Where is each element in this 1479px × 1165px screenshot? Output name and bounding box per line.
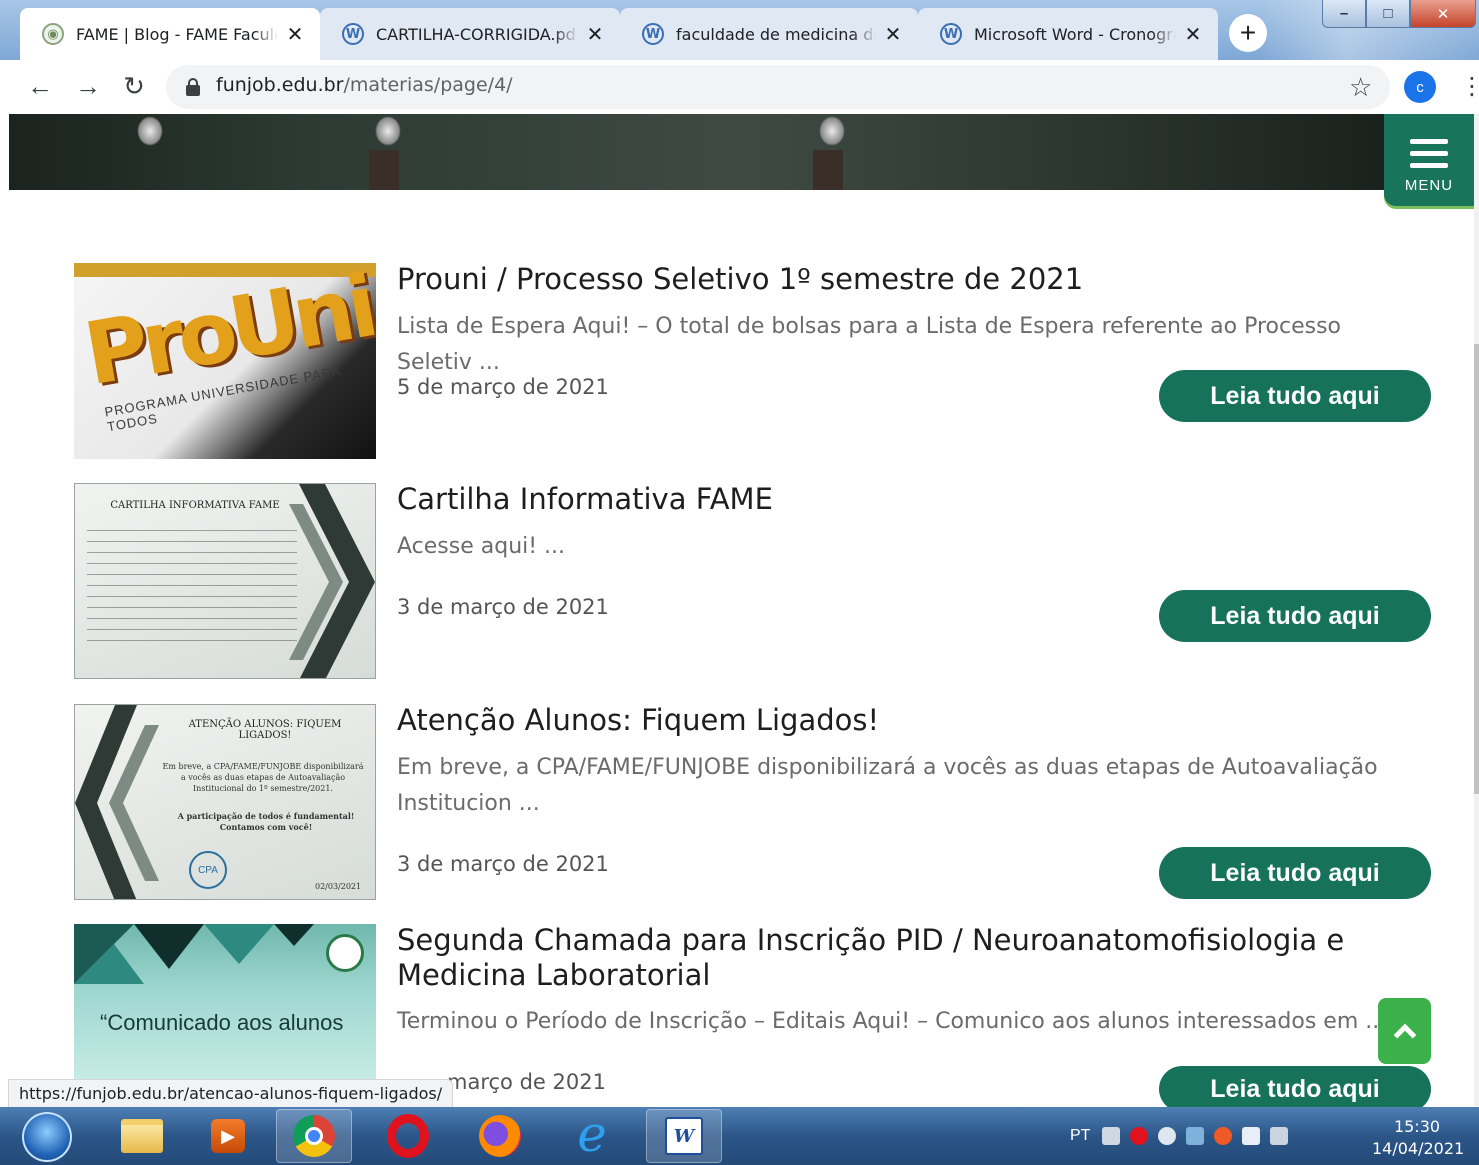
wordpress-icon: W [642,23,664,45]
back-button[interactable]: ← [22,68,58,104]
close-tab-icon[interactable]: ✕ [284,22,306,46]
scrollbar-thumb[interactable] [1474,344,1479,794]
post-date: março de 2021 [447,1070,606,1094]
atencao-thumb-heading: ATENÇÃO ALUNOS: FIQUEM LIGADOS! [188,719,342,741]
forward-button[interactable]: → [70,68,106,104]
chevron-up-icon [1393,1023,1416,1047]
minimize-button[interactable]: – [1322,0,1366,28]
tab-faculdade-medicina[interactable]: W faculdade de medicina de barbacena ✕ [620,8,918,60]
media-player-button[interactable]: ▶ [190,1109,266,1163]
close-tab-icon[interactable]: ✕ [584,22,606,46]
post-title-link[interactable]: Prouni / Processo Seletivo 1º semestre d… [397,262,1377,297]
close-tab-icon[interactable]: ✕ [882,22,904,46]
post-excerpt: Terminou o Período de Inscrição – Editai… [397,1009,1387,1034]
keyboard-icon[interactable] [1102,1127,1121,1145]
arrow-right-icon: → [75,70,101,101]
read-more-button[interactable]: Leia tudo aqui [1159,590,1431,642]
show-desktop-icon[interactable] [1270,1127,1289,1145]
clock-date: 14/04/2021 [1372,1139,1465,1158]
language-indicator[interactable]: PT [1070,1127,1090,1145]
post-thumbnail-comunicado[interactable]: “Comunicado aos alunos [74,924,376,1084]
tab-fame-blog[interactable]: ◉ FAME | Blog - FAME Faculdade ✕ [20,8,320,60]
profile-avatar[interactable]: c [1404,71,1436,103]
clock-time: 15:30 [1393,1117,1441,1136]
reload-icon: ↻ [123,70,145,101]
opera-icon [387,1114,429,1158]
tab-cartilha-pdf[interactable]: W CARTILHA-CORRIGIDA.pdf ✕ [320,8,620,60]
menu-label: MENU [1404,177,1454,194]
post-title-link[interactable]: Cartilha Informativa FAME [397,482,1377,517]
firefox-button[interactable] [462,1109,538,1163]
tab-title: CARTILHA-CORRIGIDA.pdf [376,24,578,44]
post-excerpt: Acesse aqui! ... [397,534,566,559]
status-bar-url: https://funjob.edu.br/atencao-alunos-fiq… [8,1079,454,1107]
header-banner-image [9,114,1472,190]
flag-icon[interactable] [1242,1127,1261,1145]
post-date: 5 de março de 2021 [397,375,609,399]
tab-title: faculdade de medicina de barbacena [676,24,876,44]
post-date: 3 de março de 2021 [397,852,609,876]
atencao-thumb-body: Em breve, a CPA/FAME/FUNJOBE disponibili… [162,762,364,793]
tab-microsoft-word[interactable]: W Microsoft Word - Cronograma ✕ [918,8,1218,60]
start-button[interactable] [22,1112,72,1162]
word-button[interactable]: W [646,1109,722,1163]
hamburger-icon [1410,139,1448,144]
post-title-link[interactable]: Atenção Alunos: Fiquem Ligados! [397,703,1377,738]
read-more-button[interactable]: Leia tudo aqui [1159,1066,1431,1112]
url-text[interactable]: funjob.edu.br/materias/page/4/ [216,74,513,96]
page-scrollbar[interactable] [1474,114,1479,1106]
wordpress-icon: W [342,23,364,45]
alert-icon[interactable] [1214,1127,1233,1145]
tab-title: FAME | Blog - FAME Faculdade [76,24,278,44]
post-thumbnail-prouni[interactable]: ProUni PROGRAMA UNIVERSIDADE PARA TODOS [74,263,376,459]
word-icon: W [665,1117,703,1155]
cpa-seal: CPA [189,851,227,889]
post-thumbnail-atencao[interactable]: ATENÇÃO ALUNOS: FIQUEM LIGADOS! Em breve… [74,704,376,900]
network-icon[interactable] [1186,1127,1205,1145]
new-tab-button[interactable]: + [1229,14,1267,52]
fame-favicon-icon: ◉ [42,23,64,45]
close-tab-icon[interactable]: ✕ [1182,22,1204,46]
read-more-button[interactable]: Leia tudo aqui [1159,370,1431,422]
url-path: /materias/page/4/ [343,74,513,96]
post-title-link[interactable]: Segunda Chamada para Inscrição PID / Neu… [397,923,1377,993]
browser-menu-icon[interactable]: ⋮ [1460,72,1479,102]
url-host: funjob.edu.br [216,74,344,96]
volume-icon[interactable] [1158,1127,1177,1145]
cartilha-thumb-heading: CARTILHA INFORMATIVA FAME [110,500,280,511]
maximize-button[interactable]: □ [1366,0,1410,28]
close-window-button[interactable]: ✕ [1410,0,1476,28]
explorer-button[interactable] [104,1109,180,1163]
plus-icon: + [1239,17,1257,48]
scroll-to-top-button[interactable] [1378,998,1431,1064]
opera-button[interactable] [370,1109,446,1163]
lock-icon[interactable] [186,78,200,96]
media-player-icon: ▶ [211,1119,245,1153]
post-excerpt: Em breve, a CPA/FAME/FUNJOBE disponibili… [397,755,1378,816]
tab-title: Microsoft Word - Cronograma [974,24,1176,44]
opera-tray-icon[interactable] [1130,1127,1149,1145]
chrome-icon [293,1115,335,1157]
menu-button[interactable]: MENU [1384,114,1474,206]
internet-explorer-icon: e [577,1105,607,1163]
arrow-left-icon: ← [27,70,53,101]
atencao-thumb-date: 02/03/2021 [315,882,362,891]
post-thumbnail-cartilha[interactable]: CARTILHA INFORMATIVA FAME [74,483,376,679]
post-date: 3 de março de 2021 [397,595,609,619]
explorer-icon [121,1119,163,1153]
reload-button[interactable]: ↻ [116,68,152,104]
taskbar-clock[interactable]: 15:30 14/04/2021 [1372,1116,1465,1160]
read-more-button[interactable]: Leia tudo aqui [1159,847,1431,899]
wordpress-icon: W [940,23,962,45]
comunicado-caption: “Comunicado aos alunos [100,1010,344,1035]
chrome-button[interactable] [276,1109,352,1163]
window-controls: – □ ✕ [1322,0,1476,30]
atencao-thumb-body2: A participação de todos é fundamental! C… [177,811,355,832]
cartilha-thumb-text [87,522,297,642]
system-tray: PT [1070,1107,1298,1165]
fame-seal-icon [326,934,364,972]
internet-explorer-button[interactable]: e [554,1109,630,1163]
bookmark-star-icon[interactable]: ☆ [1349,72,1372,103]
firefox-icon [479,1115,521,1157]
